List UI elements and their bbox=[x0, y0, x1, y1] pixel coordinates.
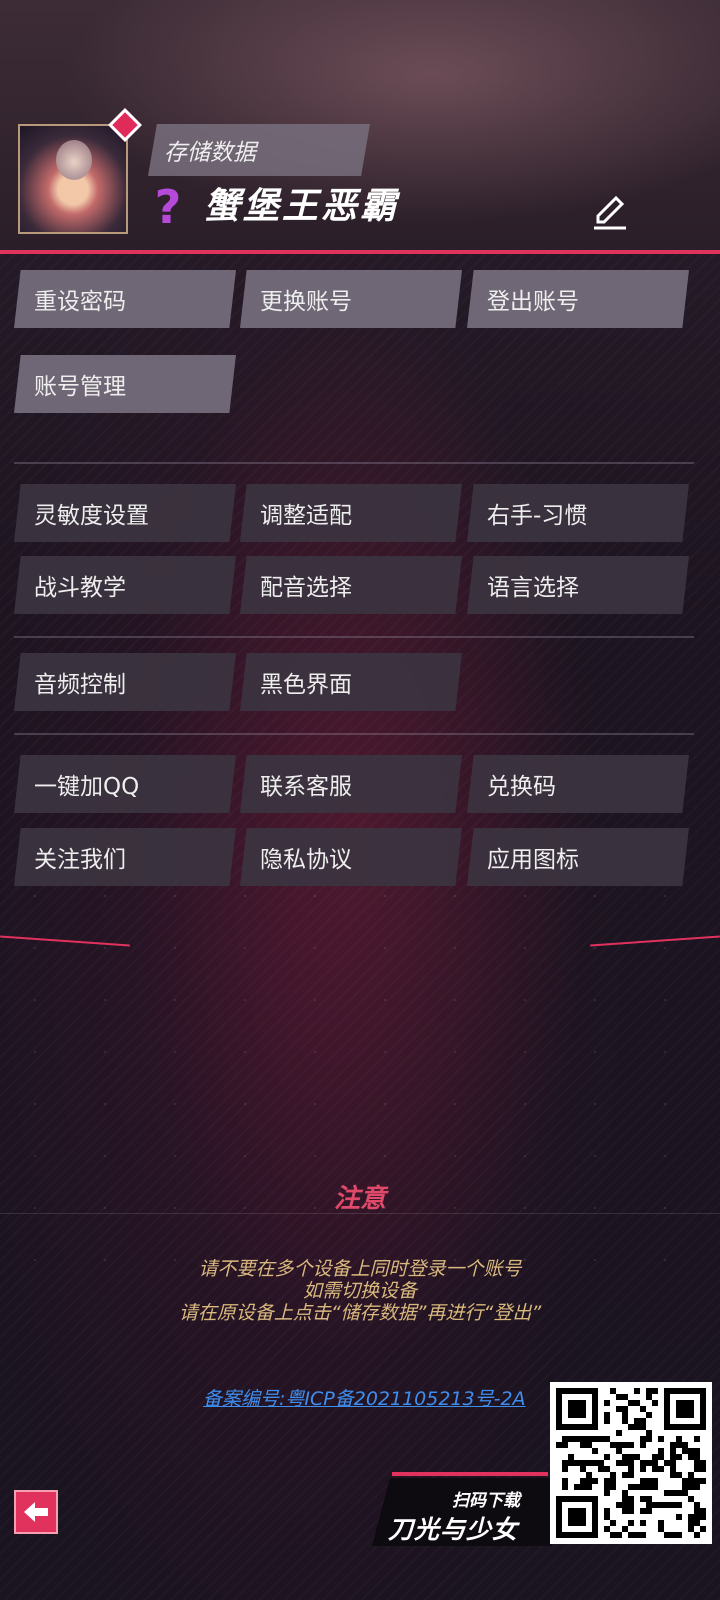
pencil-icon[interactable] bbox=[590, 192, 630, 232]
contact-support-button[interactable]: 联系客服 bbox=[240, 755, 462, 813]
avatar[interactable] bbox=[18, 124, 128, 234]
language-selection-button[interactable]: 语言选择 bbox=[467, 556, 689, 614]
back-arrow-icon bbox=[24, 1502, 48, 1522]
button-label: 配音选择 bbox=[260, 575, 352, 601]
save-data-label: 存储数据 bbox=[164, 140, 256, 166]
voice-selection-button[interactable]: 配音选择 bbox=[240, 556, 462, 614]
notice-line: 请不要在多个设备上同时登录一个账号 bbox=[198, 1258, 522, 1280]
adjust-fit-button[interactable]: 调整适配 bbox=[240, 484, 462, 542]
back-button[interactable] bbox=[14, 1490, 58, 1534]
button-label: 重设密码 bbox=[34, 289, 126, 315]
notice-line: 请在原设备上点击“储存数据”再进行“登出” bbox=[178, 1302, 542, 1324]
icp-link[interactable]: 备案编号:粤ICP备2021105213号-2A bbox=[203, 1384, 526, 1411]
notice-title: 注意 bbox=[333, 1184, 386, 1214]
logout-button[interactable]: 登出账号 bbox=[467, 270, 689, 328]
button-label: 战斗教学 bbox=[34, 575, 126, 601]
save-data-button[interactable]: 存储数据 bbox=[148, 124, 370, 176]
promo-scan-label: 扫码下载 bbox=[452, 1491, 520, 1511]
button-label: 更换账号 bbox=[260, 289, 352, 315]
divider bbox=[14, 733, 694, 735]
qr-code bbox=[550, 1382, 712, 1544]
account-management-button[interactable]: 账号管理 bbox=[14, 355, 236, 413]
avatar-face bbox=[56, 140, 92, 180]
qr-code-image bbox=[556, 1388, 706, 1538]
button-label: 隐私协议 bbox=[260, 847, 352, 873]
button-label: 音频控制 bbox=[34, 672, 126, 698]
button-label: 兑换码 bbox=[487, 774, 556, 800]
button-label: 应用图标 bbox=[487, 847, 579, 873]
question-mark-icon: ? bbox=[154, 180, 182, 234]
button-label: 账号管理 bbox=[34, 374, 126, 400]
notice-divider bbox=[0, 1213, 720, 1214]
button-label: 关注我们 bbox=[34, 847, 126, 873]
notice-line: 如需切换设备 bbox=[302, 1280, 417, 1302]
button-label: 联系客服 bbox=[260, 774, 352, 800]
promo-game-title: 刀光与少女 bbox=[388, 1515, 519, 1544]
dark-mode-button[interactable]: 黑色界面 bbox=[240, 653, 462, 711]
hand-preference-button[interactable]: 右手-习惯 bbox=[467, 484, 689, 542]
header-accent-line bbox=[0, 250, 720, 254]
button-label: 语言选择 bbox=[487, 575, 579, 601]
redeem-code-button[interactable]: 兑换码 bbox=[467, 755, 689, 813]
follow-us-button[interactable]: 关注我们 bbox=[14, 828, 236, 886]
audio-control-button[interactable]: 音频控制 bbox=[14, 653, 236, 711]
privacy-policy-button[interactable]: 隐私协议 bbox=[240, 828, 462, 886]
divider bbox=[14, 462, 694, 464]
divider bbox=[14, 636, 694, 638]
join-qq-button[interactable]: 一键加QQ bbox=[14, 755, 236, 813]
reset-password-button[interactable]: 重设密码 bbox=[14, 270, 236, 328]
switch-account-button[interactable]: 更换账号 bbox=[240, 270, 462, 328]
app-icon-button[interactable]: 应用图标 bbox=[467, 828, 689, 886]
button-label: 一键加QQ bbox=[34, 774, 140, 800]
button-label: 灵敏度设置 bbox=[34, 503, 149, 529]
button-label: 右手-习惯 bbox=[487, 503, 588, 529]
promo-accent bbox=[392, 1472, 548, 1476]
sensitivity-settings-button[interactable]: 灵敏度设置 bbox=[14, 484, 236, 542]
battle-tutorial-button[interactable]: 战斗教学 bbox=[14, 556, 236, 614]
button-label: 调整适配 bbox=[260, 503, 352, 529]
username: 蟹堡王恶霸 bbox=[204, 186, 400, 227]
button-label: 登出账号 bbox=[487, 289, 579, 315]
button-label: 黑色界面 bbox=[260, 672, 352, 698]
